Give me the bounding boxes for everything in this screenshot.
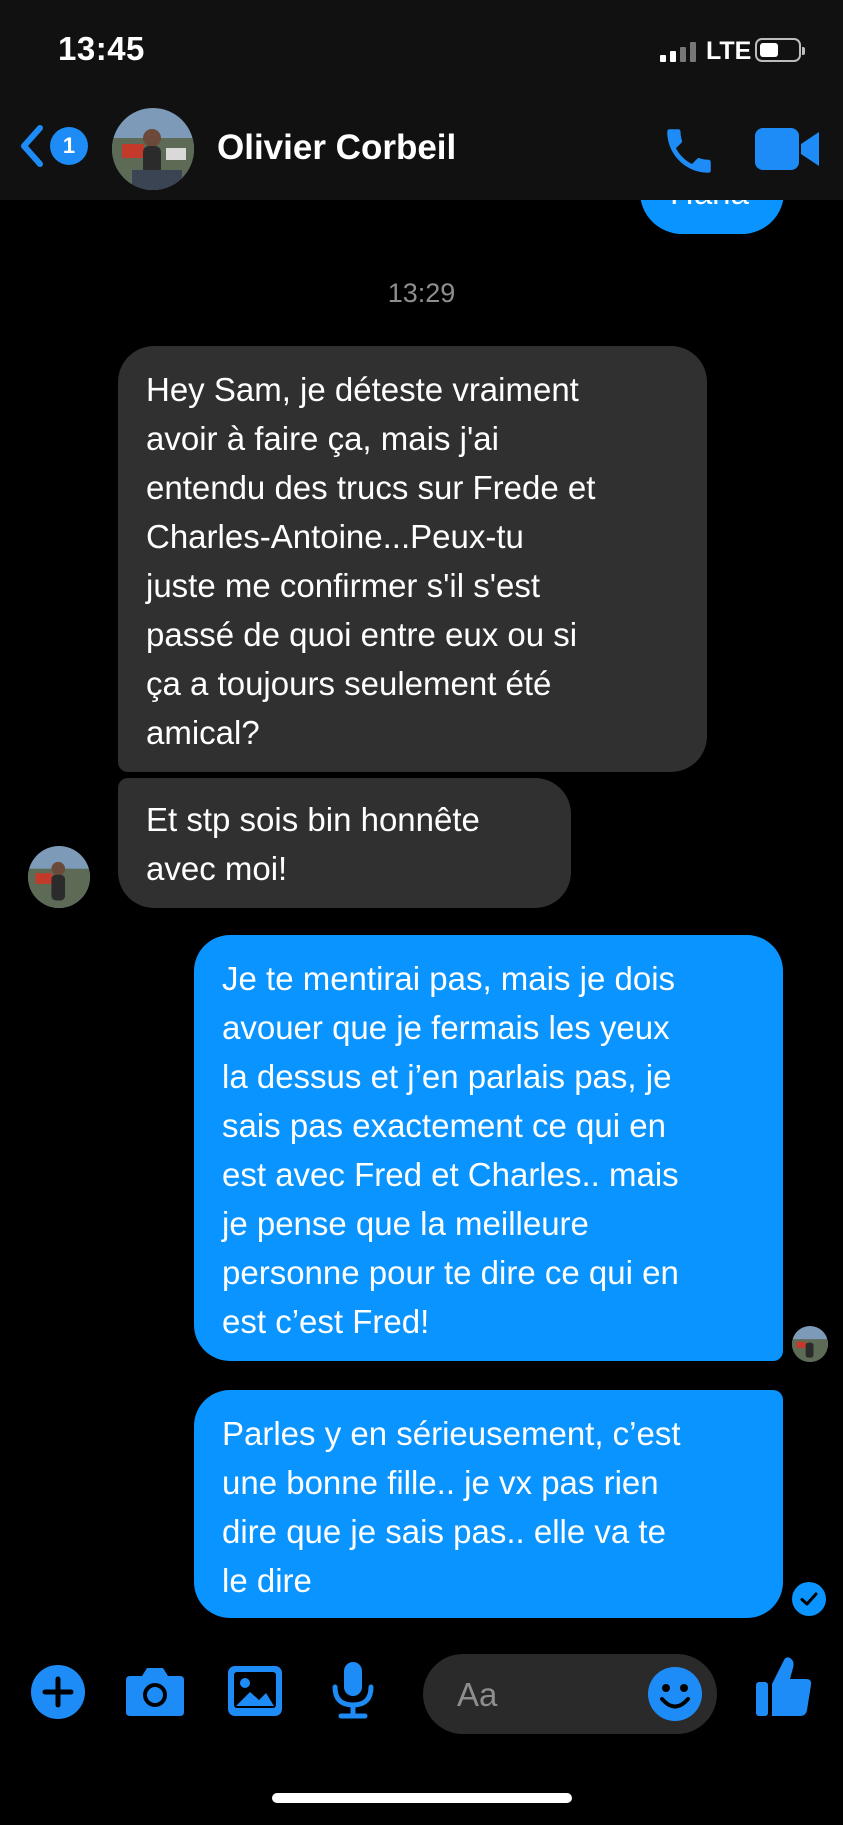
message-line: la dessus et j’en parlais pas, je [222, 1058, 672, 1095]
message-line: une bonne fille.. je vx pas rien [222, 1464, 659, 1501]
message-line: dire que je sais pas.. elle va te [222, 1513, 666, 1550]
message-line: avoir à faire ça, mais j'ai [146, 420, 499, 457]
chevron-left-icon [18, 124, 46, 168]
message-bubble-incoming[interactable]: Et stp sois bin honnête avec moi! [118, 778, 571, 908]
message-input-placeholder: Aa [457, 1676, 498, 1713]
message-line: avec moi! [146, 850, 288, 887]
sender-avatar[interactable] [28, 846, 90, 908]
message-line: Je te mentirai pas, mais je dois [222, 960, 676, 997]
gallery-icon[interactable] [226, 1662, 284, 1725]
microphone-icon[interactable] [330, 1660, 376, 1725]
video-call-icon[interactable] [755, 126, 821, 177]
home-indicator [272, 1793, 572, 1803]
conversation-header: 1 Olivier Corbeil [0, 100, 843, 200]
message-bubble-outgoing[interactable]: Je te mentirai pas, mais je dois avouer … [194, 935, 783, 1361]
thumbs-up-icon[interactable] [752, 1654, 814, 1725]
camera-icon[interactable] [124, 1664, 186, 1723]
message-line: entendu des trucs sur Frede et [146, 469, 596, 506]
message-line: le dire [222, 1562, 312, 1599]
message-input[interactable]: Aa [423, 1654, 717, 1734]
message-line: ça a toujours seulement été [146, 665, 552, 702]
message-composer: Aa [0, 1640, 843, 1750]
unread-badge: 1 [50, 127, 88, 165]
contact-name[interactable]: Olivier Corbeil [217, 128, 456, 168]
message-line: amical? [146, 714, 260, 751]
message-line: Parles y en sérieusement, c’est [222, 1415, 681, 1452]
network-label: LTE [706, 37, 752, 65]
phone-call-icon[interactable] [660, 122, 718, 185]
message-line: Et stp sois bin honnête [146, 801, 480, 838]
signal-icon [660, 40, 696, 62]
message-line: Charles-Antoine...Peux-tu [146, 518, 524, 555]
battery-icon [755, 38, 805, 62]
message-bubble-incoming[interactable]: Hey Sam, je déteste vraiment avoir à fai… [118, 346, 707, 772]
back-button[interactable]: 1 [18, 124, 88, 168]
status-time: 13:45 [58, 30, 145, 67]
message-line: passé de quoi entre eux ou si [146, 616, 578, 653]
status-bar: 13:45 LTE [0, 0, 843, 100]
contact-avatar[interactable] [112, 108, 194, 190]
message-line: est c’est Fred! [222, 1303, 430, 1340]
message-timestamp: 13:29 [387, 278, 456, 308]
emoji-icon[interactable] [647, 1666, 703, 1727]
seen-avatar [792, 1326, 828, 1362]
message-line: je pense que la meilleure [222, 1205, 589, 1242]
plus-icon[interactable] [30, 1664, 86, 1725]
message-bubble-outgoing[interactable]: Parles y en sérieusement, c’est une bonn… [194, 1390, 783, 1618]
message-line: sais pas exactement ce qui en [222, 1107, 666, 1144]
message-line: avouer que je fermais les yeux [222, 1009, 670, 1046]
message-line: personne pour te dire ce qui en [222, 1254, 679, 1291]
message-line: juste me confirmer s'il s'est [146, 567, 541, 604]
message-line: est avec Fred et Charles.. mais [222, 1156, 679, 1193]
message-line: Hey Sam, je déteste vraiment [146, 371, 579, 408]
delivered-check-icon [792, 1582, 826, 1616]
